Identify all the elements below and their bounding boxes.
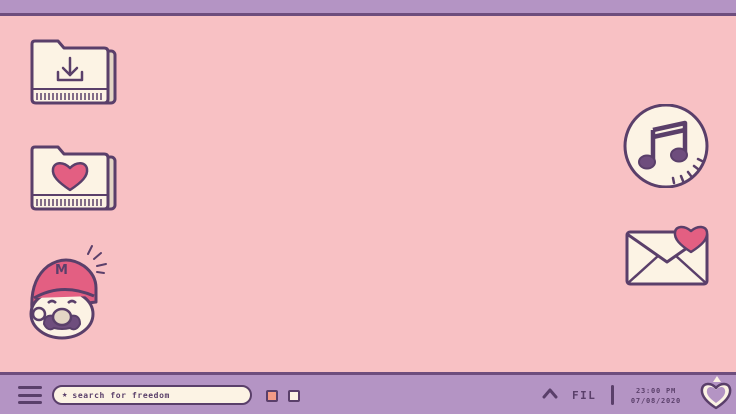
star-icon: ★ — [62, 389, 68, 400]
window-button-secondary[interactable] — [288, 390, 300, 402]
hamburger-icon[interactable] — [18, 386, 42, 404]
clock-time: 23:00 PM — [635, 387, 677, 395]
top-bar — [0, 0, 736, 16]
svg-text:M: M — [55, 263, 68, 278]
mail-app-icon[interactable] — [624, 218, 714, 290]
downloads-folder-icon[interactable] — [28, 38, 120, 108]
clock[interactable]: 23:00 PM 07/08/2020 — [620, 386, 692, 406]
hamburger-line — [18, 393, 42, 397]
clock-date: 07/08/2020 — [630, 397, 682, 405]
hamburger-line — [18, 401, 42, 404]
music-app-icon[interactable] — [622, 104, 712, 188]
window-button-primary[interactable] — [266, 390, 278, 402]
mario-face-icon[interactable]: M — [26, 242, 118, 342]
chevron-up-icon[interactable] — [542, 387, 558, 399]
hamburger-line — [18, 386, 42, 389]
tray-divider — [611, 385, 614, 405]
taskbar: ★ FIL 23:00 PM 07/08/2020 — [0, 372, 736, 414]
search-bar[interactable]: ★ — [52, 385, 252, 405]
favorites-folder-icon[interactable] — [28, 144, 120, 214]
heart-icon[interactable] — [700, 376, 732, 412]
search-input[interactable] — [72, 390, 233, 400]
language-indicator[interactable]: FIL — [572, 389, 596, 402]
